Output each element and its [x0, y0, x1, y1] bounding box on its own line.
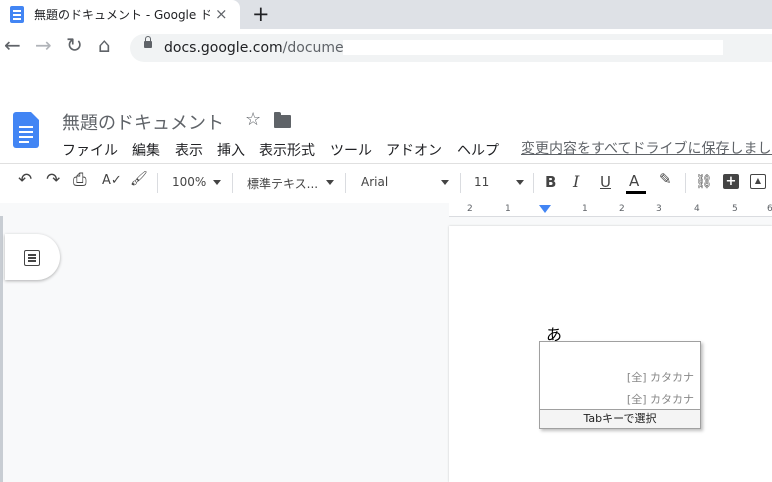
- toolbar-separator: [232, 173, 233, 193]
- spellcheck-icon[interactable]: A✓: [102, 174, 122, 187]
- menu-tools[interactable]: ツール: [330, 140, 372, 160]
- vertical-ruler: [0, 216, 3, 482]
- ime-candidate-window: [全] カタカナ [全] カタカナ Tabキーで選択: [539, 341, 701, 429]
- ruler-label: 2: [619, 204, 625, 214]
- new-tab-button[interactable]: +: [252, 2, 270, 26]
- text-color-bar: [626, 191, 646, 194]
- ruler[interactable]: 2 1 1 2 3 4 5 6: [449, 203, 772, 217]
- reload-icon[interactable]: ↻: [66, 35, 83, 55]
- insert-image-icon[interactable]: ▲: [750, 174, 766, 189]
- add-comment-icon[interactable]: +: [723, 174, 739, 189]
- menu-addons[interactable]: アドオン: [386, 140, 442, 160]
- forward-arrow-icon[interactable]: →: [35, 35, 52, 55]
- star-icon[interactable]: ☆: [245, 109, 261, 130]
- url-text: docs.google.com/document/: [164, 40, 363, 56]
- document-title[interactable]: 無題のドキュメント: [62, 109, 224, 135]
- ruler-label: 1: [505, 204, 511, 214]
- paint-format-icon[interactable]: 🖌: [130, 172, 148, 186]
- bold-button[interactable]: B: [545, 175, 556, 190]
- menu-file[interactable]: ファイル: [62, 140, 118, 160]
- italic-button[interactable]: I: [573, 174, 579, 190]
- outline-list-icon: [24, 250, 40, 266]
- text-color-button[interactable]: A: [629, 174, 639, 189]
- menu-format[interactable]: 表示形式: [259, 140, 315, 160]
- toolbar-separator: [345, 173, 346, 193]
- toolbar-separator: [685, 173, 686, 193]
- lock-icon[interactable]: [144, 36, 152, 48]
- tab-close-icon[interactable]: ×: [215, 5, 228, 23]
- underline-button[interactable]: U: [600, 175, 611, 190]
- ruler-label: 6: [767, 204, 772, 214]
- font-family-select[interactable]: Arial: [361, 175, 388, 189]
- undo-icon[interactable]: ↶: [18, 172, 32, 189]
- toolbar-separator: [533, 173, 534, 193]
- chevron-down-icon[interactable]: [516, 180, 524, 185]
- highlight-icon[interactable]: ✎: [659, 172, 672, 187]
- back-arrow-icon[interactable]: ←: [4, 35, 21, 55]
- chevron-down-icon[interactable]: [441, 180, 449, 185]
- indent-marker-icon[interactable]: [539, 205, 551, 213]
- toolbar-separator: [460, 173, 461, 193]
- url-selection-field[interactable]: [343, 40, 723, 55]
- folder-icon[interactable]: [274, 112, 291, 128]
- home-icon[interactable]: ⌂: [98, 35, 111, 55]
- docs-favicon-icon: [10, 6, 24, 23]
- insert-link-icon[interactable]: ⛓: [695, 175, 713, 189]
- toolbar-separator: [157, 173, 158, 193]
- paragraph-style-select[interactable]: 標準テキス...: [247, 175, 318, 192]
- tab-title: 無題のドキュメント - Google ドキュメント: [34, 8, 210, 22]
- menu-view[interactable]: 表示: [175, 140, 203, 160]
- save-status-link[interactable]: 変更内容をすべてドライブに保存しました: [521, 138, 772, 158]
- redo-icon[interactable]: ↷: [46, 172, 60, 189]
- ruler-label: 1: [582, 204, 588, 214]
- menu-insert[interactable]: 挿入: [217, 140, 245, 160]
- ime-footer-hint: Tabキーで選択: [540, 409, 700, 428]
- docs-logo-icon[interactable]: [13, 112, 39, 148]
- font-size-select[interactable]: 11: [474, 175, 489, 189]
- zoom-select[interactable]: 100%: [172, 175, 206, 189]
- ruler-label: 5: [732, 204, 738, 214]
- chevron-down-icon[interactable]: [213, 180, 221, 185]
- ruler-label: 2: [467, 204, 473, 214]
- ime-candidate[interactable]: [全] カタカナ: [627, 391, 694, 407]
- url-host: docs.google.com: [164, 40, 283, 56]
- ruler-label: 4: [694, 204, 700, 214]
- menu-help[interactable]: ヘルプ: [457, 140, 499, 160]
- print-icon[interactable]: ⎙: [73, 172, 87, 189]
- chevron-down-icon[interactable]: [326, 180, 334, 185]
- ruler-label: 3: [656, 204, 662, 214]
- ime-candidate[interactable]: [全] カタカナ: [627, 369, 694, 385]
- menu-edit[interactable]: 編集: [132, 140, 160, 160]
